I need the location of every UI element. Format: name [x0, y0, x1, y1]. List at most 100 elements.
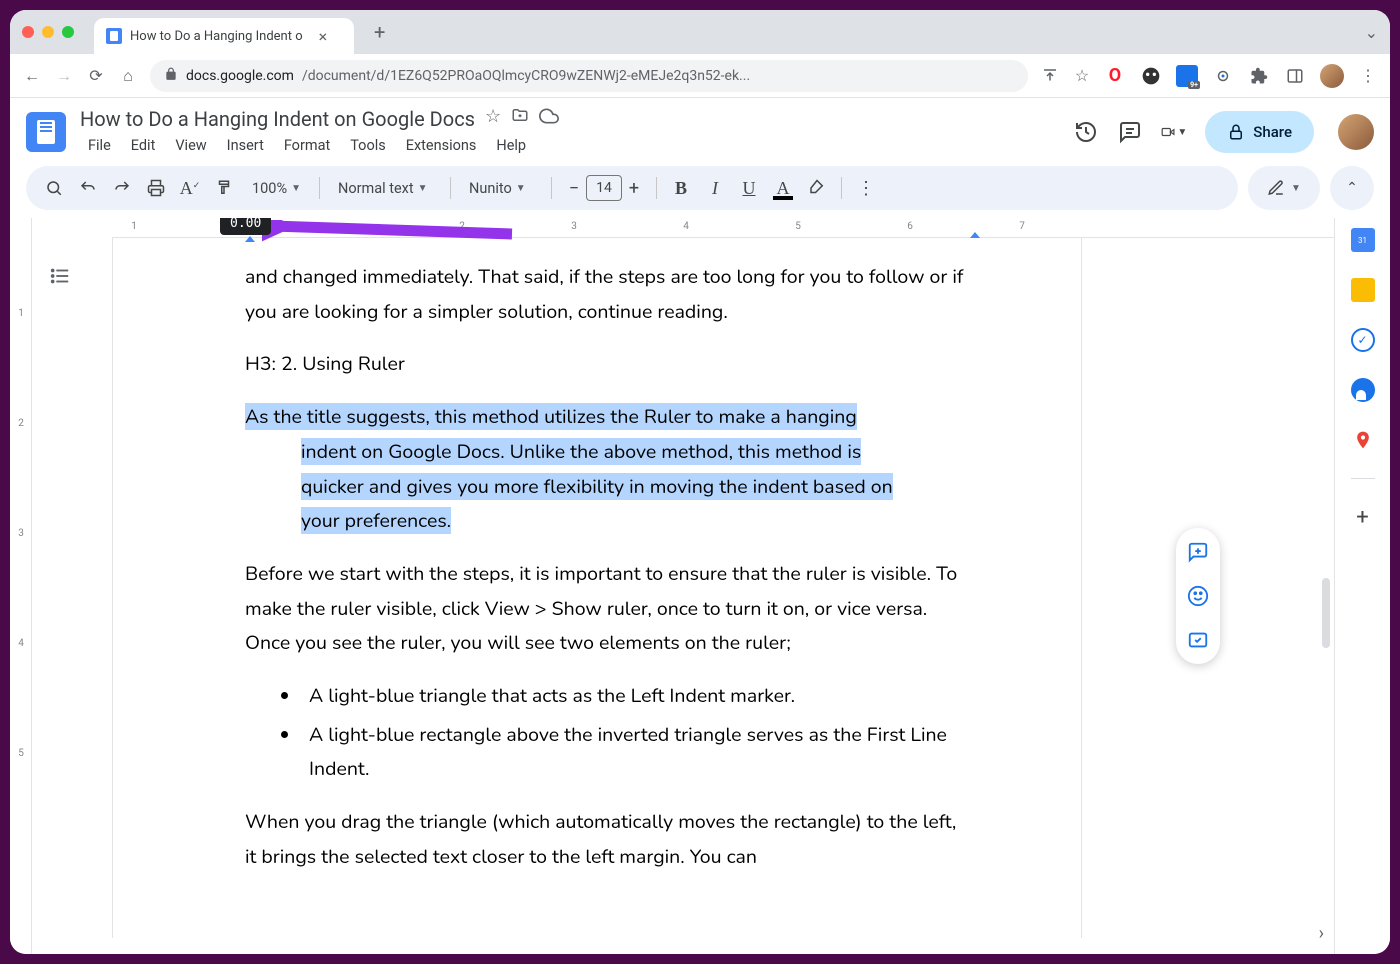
hruler-tick: 7: [1019, 221, 1025, 232]
contacts-icon[interactable]: [1351, 378, 1375, 402]
font-value: Nunito: [469, 180, 512, 197]
maximize-window-button[interactable]: [62, 26, 74, 38]
highlight-color-button[interactable]: [803, 174, 831, 202]
font-size-input[interactable]: 14: [586, 175, 622, 201]
highlighted-text: your preferences.: [301, 507, 451, 534]
underline-button[interactable]: U: [735, 174, 763, 202]
add-emoji-icon[interactable]: [1182, 580, 1214, 612]
text-color-button[interactable]: A: [769, 174, 797, 202]
docs-favicon: [106, 28, 122, 44]
opera-ext-icon[interactable]: O: [1104, 65, 1126, 87]
menu-file[interactable]: File: [80, 133, 119, 158]
keep-icon[interactable]: [1351, 278, 1375, 302]
style-value: Normal text: [338, 180, 414, 197]
more-toolbar-icon[interactable]: ⋮: [852, 174, 880, 202]
docs-logo-icon[interactable]: [26, 112, 66, 152]
zoom-value: 100%: [252, 180, 287, 197]
print-icon[interactable]: [142, 174, 170, 202]
divider: [1351, 478, 1375, 479]
document-title[interactable]: How to Do a Hanging Indent on Google Doc…: [80, 107, 475, 131]
indent-tooltip: 0.00: [220, 218, 271, 235]
account-avatar[interactable]: [1338, 114, 1374, 150]
cloud-status-icon[interactable]: [539, 106, 559, 131]
editing-mode-dropdown[interactable]: ▼: [1248, 166, 1320, 210]
ext-icon-2[interactable]: [1140, 65, 1162, 87]
maps-icon[interactable]: [1351, 428, 1375, 452]
tabs-dropdown-button[interactable]: ⌄: [1365, 23, 1378, 42]
hruler-tick: 4: [683, 221, 689, 232]
chrome-menu-icon[interactable]: ⋮: [1358, 66, 1378, 86]
sidepanel-icon[interactable]: [1284, 65, 1306, 87]
share-button[interactable]: Share: [1205, 111, 1314, 153]
back-button[interactable]: ←: [22, 66, 42, 86]
paragraph-style-dropdown[interactable]: Normal text ▼: [330, 180, 440, 197]
history-icon[interactable]: [1073, 119, 1099, 145]
address-bar[interactable]: docs.google.com/document/d/1EZ6Q52PROaOQ…: [150, 60, 1028, 92]
annotation-arrow: [262, 220, 522, 250]
scrollbar-thumb[interactable]: [1322, 578, 1330, 648]
calendar-icon[interactable]: [1351, 228, 1375, 252]
menu-insert[interactable]: Insert: [219, 133, 272, 158]
horizontal-ruler[interactable]: 0.00 1 2 3 4 5 6 7: [112, 218, 1334, 238]
meet-icon[interactable]: ▼: [1161, 119, 1187, 145]
decrease-font-button[interactable]: −: [562, 175, 586, 201]
tasks-icon[interactable]: [1351, 328, 1375, 352]
increase-font-button[interactable]: +: [622, 175, 646, 201]
menu-view[interactable]: View: [167, 133, 214, 158]
bold-button[interactable]: B: [667, 174, 695, 202]
menu-edit[interactable]: Edit: [123, 133, 164, 158]
document-page[interactable]: and changed immediately. That said, if t…: [112, 238, 1082, 938]
collapse-toolbar-button[interactable]: ⌃: [1330, 166, 1374, 210]
menu-tools[interactable]: Tools: [342, 133, 394, 158]
ext-icon-4[interactable]: [1212, 65, 1234, 87]
menu-help[interactable]: Help: [488, 133, 534, 158]
home-button[interactable]: ⌂: [118, 66, 138, 86]
highlighted-text: As the title suggests, this method utili…: [245, 403, 857, 430]
search-icon[interactable]: [40, 174, 68, 202]
url-host: docs.google.com: [186, 68, 294, 84]
add-comment-icon[interactable]: [1182, 536, 1214, 568]
bookmark-star-icon[interactable]: ☆: [1072, 66, 1092, 86]
forward-button[interactable]: →: [54, 66, 74, 86]
tab-close-button[interactable]: ×: [319, 27, 328, 46]
bullet-list: A light-blue triangle that acts as the L…: [301, 679, 971, 787]
lock-icon: [164, 67, 178, 85]
menu-format[interactable]: Format: [276, 133, 338, 158]
move-document-icon[interactable]: [511, 106, 529, 131]
share-label: Share: [1253, 123, 1292, 141]
highlighted-text: quicker and gives you more flexibility i…: [301, 473, 893, 500]
window-controls: [22, 26, 74, 38]
heading-line: H3: 2. Using Ruler: [245, 347, 971, 382]
font-dropdown[interactable]: Nunito ▼: [461, 180, 541, 197]
new-tab-button[interactable]: +: [362, 20, 397, 44]
star-document-icon[interactable]: ☆: [485, 106, 501, 131]
side-panel: +: [1334, 218, 1390, 954]
share-url-icon[interactable]: [1040, 66, 1060, 86]
document-outline-icon[interactable]: [42, 258, 78, 294]
minimize-window-button[interactable]: [42, 26, 54, 38]
toolbar-row: A✓ 100% ▼ Normal text ▼ Nunito ▼ − 14: [10, 158, 1390, 218]
undo-icon[interactable]: [74, 174, 102, 202]
suggest-edit-icon[interactable]: [1182, 624, 1214, 656]
hruler-tick: 3: [571, 221, 577, 232]
close-window-button[interactable]: [22, 26, 34, 38]
formatting-toolbar: A✓ 100% ▼ Normal text ▼ Nunito ▼ − 14: [26, 166, 1238, 210]
menu-extensions[interactable]: Extensions: [398, 133, 485, 158]
add-addon-icon[interactable]: +: [1351, 505, 1375, 529]
explore-chevron-icon[interactable]: ›: [1319, 923, 1324, 944]
paint-format-icon[interactable]: [210, 174, 238, 202]
spellcheck-icon[interactable]: A✓: [176, 174, 204, 202]
comments-icon[interactable]: [1117, 119, 1143, 145]
zoom-dropdown[interactable]: 100% ▼: [244, 180, 309, 197]
profile-avatar-icon[interactable]: [1320, 64, 1344, 88]
chevron-down-icon: ▼: [418, 183, 428, 194]
reload-button[interactable]: ⟳: [86, 66, 106, 86]
redo-icon[interactable]: [108, 174, 136, 202]
italic-button[interactable]: I: [701, 174, 729, 202]
floating-comment-actions: [1176, 528, 1220, 664]
menubar: File Edit View Insert Format Tools Exten…: [80, 133, 1059, 158]
browser-tab[interactable]: How to Do a Hanging Indent o ×: [94, 18, 354, 54]
ext-icon-3[interactable]: 9+: [1176, 65, 1198, 87]
separator: [450, 177, 451, 199]
extensions-puzzle-icon[interactable]: [1248, 65, 1270, 87]
